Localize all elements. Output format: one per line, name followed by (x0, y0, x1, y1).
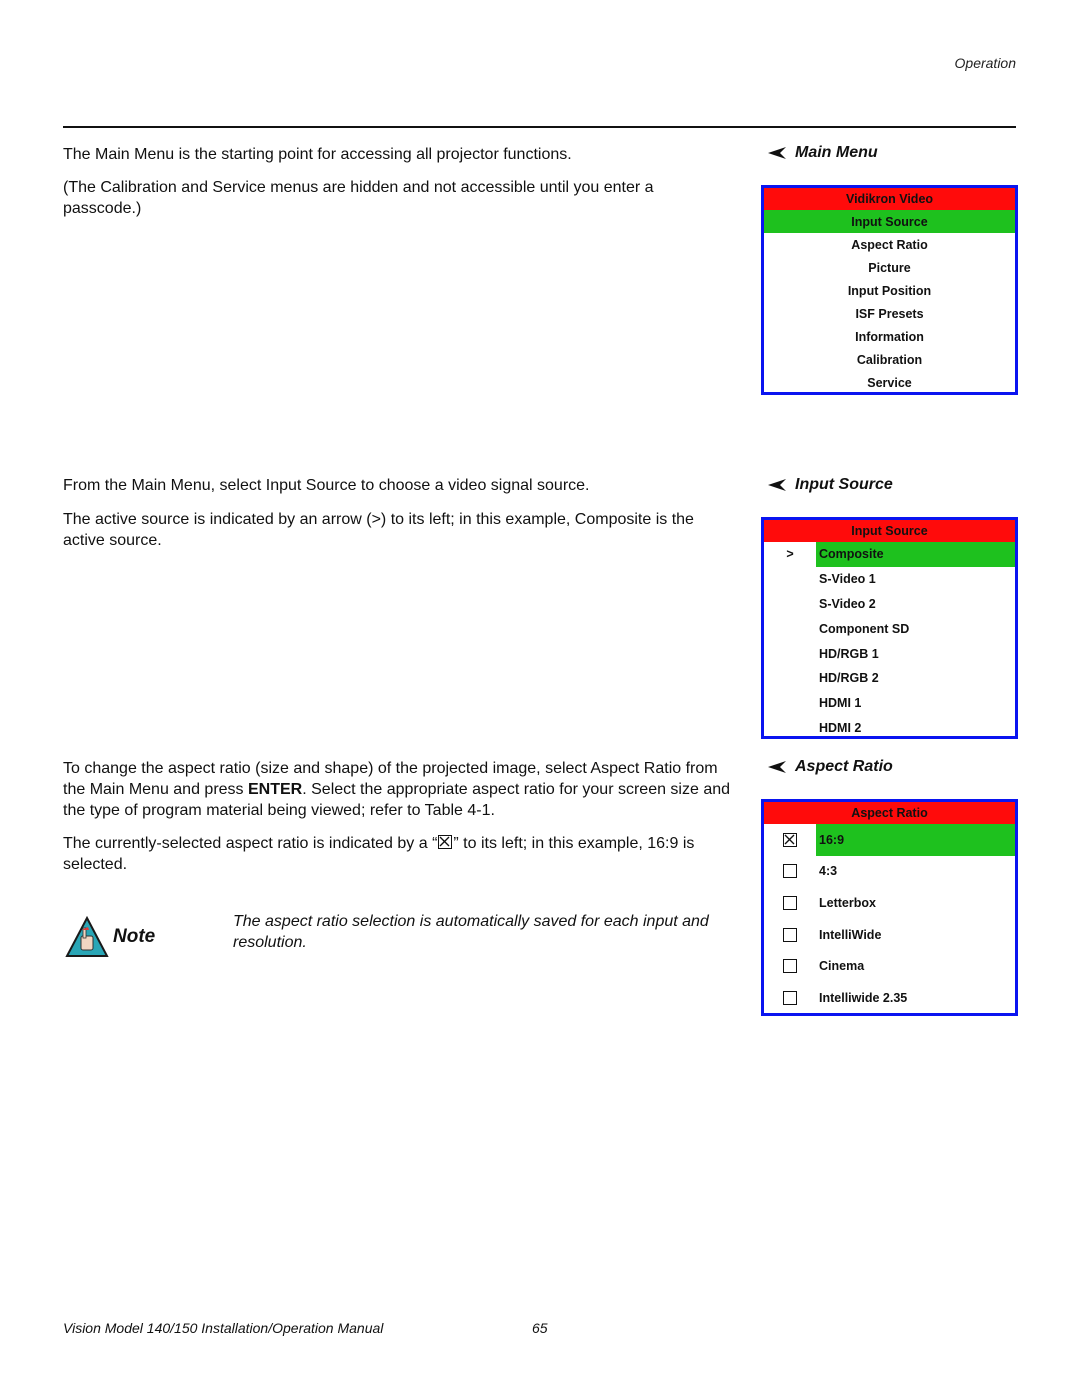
aspect-ratio-caption: Aspect Ratio (768, 758, 893, 776)
main-menu-item-input-source[interactable]: Input Source (764, 210, 1015, 233)
input-source-item-s-video-1[interactable]: S-Video 1 (764, 567, 1015, 592)
main-menu-item-information[interactable]: Information (764, 325, 1015, 348)
input-source-item-hdmi-2[interactable]: HDMI 2 (764, 716, 1015, 741)
main-menu-item-input-position[interactable]: Input Position (764, 279, 1015, 302)
main-menu-title: Vidikron Video (764, 188, 1015, 210)
note-icon (65, 915, 109, 963)
caption-arrow-icon (768, 479, 786, 491)
input-source-item-s-video-2[interactable]: S-Video 2 (764, 592, 1015, 617)
main-menu-caption-text: Main Menu (795, 144, 878, 161)
enter-key-label: ENTER (248, 781, 303, 798)
unchecked-box-icon[interactable] (783, 864, 797, 879)
aspect-ratio-label: 4:3 (819, 864, 838, 879)
main-menu-item-picture[interactable]: Picture (764, 256, 1015, 279)
unchecked-box-icon[interactable] (783, 959, 797, 974)
input-source-intro: From the Main Menu, select Input Source … (63, 477, 590, 494)
input-source-label: HDMI 1 (819, 696, 862, 711)
main-menu-intro: The Main Menu is the starting point for … (63, 146, 572, 163)
aspect-ratio-intro: To change the aspect ratio (size and sha… (63, 760, 731, 819)
aspect-ratio-item-letterbox[interactable]: Letterbox (764, 887, 1015, 919)
aspect-ratio-caption-text: Aspect Ratio (795, 758, 893, 775)
aspect-ratio-title: Aspect Ratio (764, 802, 1015, 824)
aspect-ratio-item-intelliwide[interactable]: IntelliWide (764, 919, 1015, 951)
input-source-item-hdmi-1[interactable]: HDMI 1 (764, 691, 1015, 716)
aspect-ratio-label: IntelliWide (819, 927, 882, 942)
input-source-label: Composite (816, 542, 1015, 567)
input-source-item-hd-rgb-2[interactable]: HD/RGB 2 (764, 666, 1015, 691)
input-source-title: Input Source (764, 520, 1015, 542)
note-text: The aspect ratio selection is automatica… (233, 913, 709, 951)
aspect-ratio-label: Letterbox (819, 895, 876, 910)
input-source-label: S-Video 2 (819, 596, 876, 611)
running-header-section: Operation (954, 55, 1016, 71)
main-menu-item-service[interactable]: Service (764, 371, 1015, 394)
main-menu-passcode-note: (The Calibration and Service menus are h… (63, 179, 654, 217)
input-source-caption-text: Input Source (795, 476, 893, 493)
unchecked-box-icon[interactable] (783, 895, 797, 910)
aspect-ratio-item-16-9[interactable]: 16:9 (764, 824, 1015, 856)
input-source-label: HDMI 2 (819, 720, 862, 735)
caption-arrow-icon (768, 761, 786, 773)
input-source-label: HD/RGB 1 (819, 646, 879, 661)
main-menu-panel: Vidikron Video Input Source Aspect Ratio… (761, 185, 1018, 395)
caption-arrow-icon (768, 147, 786, 159)
main-menu-item-calibration[interactable]: Calibration (764, 348, 1015, 371)
aspect-ratio-item-cinema[interactable]: Cinema (764, 950, 1015, 982)
aspect-ratio-item-intelliwide-2-35[interactable]: Intelliwide 2.35 (764, 982, 1015, 1014)
footer-page-number: 65 (532, 1320, 548, 1336)
main-menu-item-aspect-ratio[interactable]: Aspect Ratio (764, 233, 1015, 256)
input-source-item-composite[interactable]: > Composite (764, 542, 1015, 567)
input-source-label: HD/RGB 2 (819, 671, 879, 686)
input-source-active-note: The active source is indicated by an arr… (63, 511, 694, 549)
input-source-caption: Input Source (768, 476, 893, 494)
aspect-ratio-label: Intelliwide 2.35 (819, 990, 908, 1005)
header-rule (63, 126, 1016, 128)
unchecked-box-icon[interactable] (783, 927, 797, 942)
unchecked-box-icon[interactable] (783, 990, 797, 1005)
aspect-ratio-selected-note: The currently-selected aspect ratio is i… (63, 835, 695, 873)
checked-box-icon[interactable] (783, 832, 797, 847)
aspect-ratio-item-4-3[interactable]: 4:3 (764, 856, 1015, 888)
input-source-label: Component SD (819, 621, 910, 636)
input-source-item-component-sd[interactable]: Component SD (764, 616, 1015, 641)
checked-box-icon (438, 835, 453, 849)
aspect-ratio-label: 16:9 (816, 824, 1015, 856)
main-menu-item-isf-presets[interactable]: ISF Presets (764, 302, 1015, 325)
input-source-label: S-Video 1 (819, 572, 876, 587)
input-source-panel: Input Source > Composite S-Video 1 S-Vid… (761, 517, 1018, 739)
note-label: Note (113, 926, 156, 947)
aspect-ratio-label: Cinema (819, 959, 865, 974)
footer-manual-title: Vision Model 140/150 Installation/Operat… (63, 1320, 384, 1336)
active-source-marker: > (786, 547, 794, 562)
aspect-ratio-panel: Aspect Ratio 16:9 4:3 Letterbox IntelliW… (761, 799, 1018, 1016)
input-source-item-hd-rgb-1[interactable]: HD/RGB 1 (764, 641, 1015, 666)
main-menu-caption: Main Menu (768, 144, 878, 162)
